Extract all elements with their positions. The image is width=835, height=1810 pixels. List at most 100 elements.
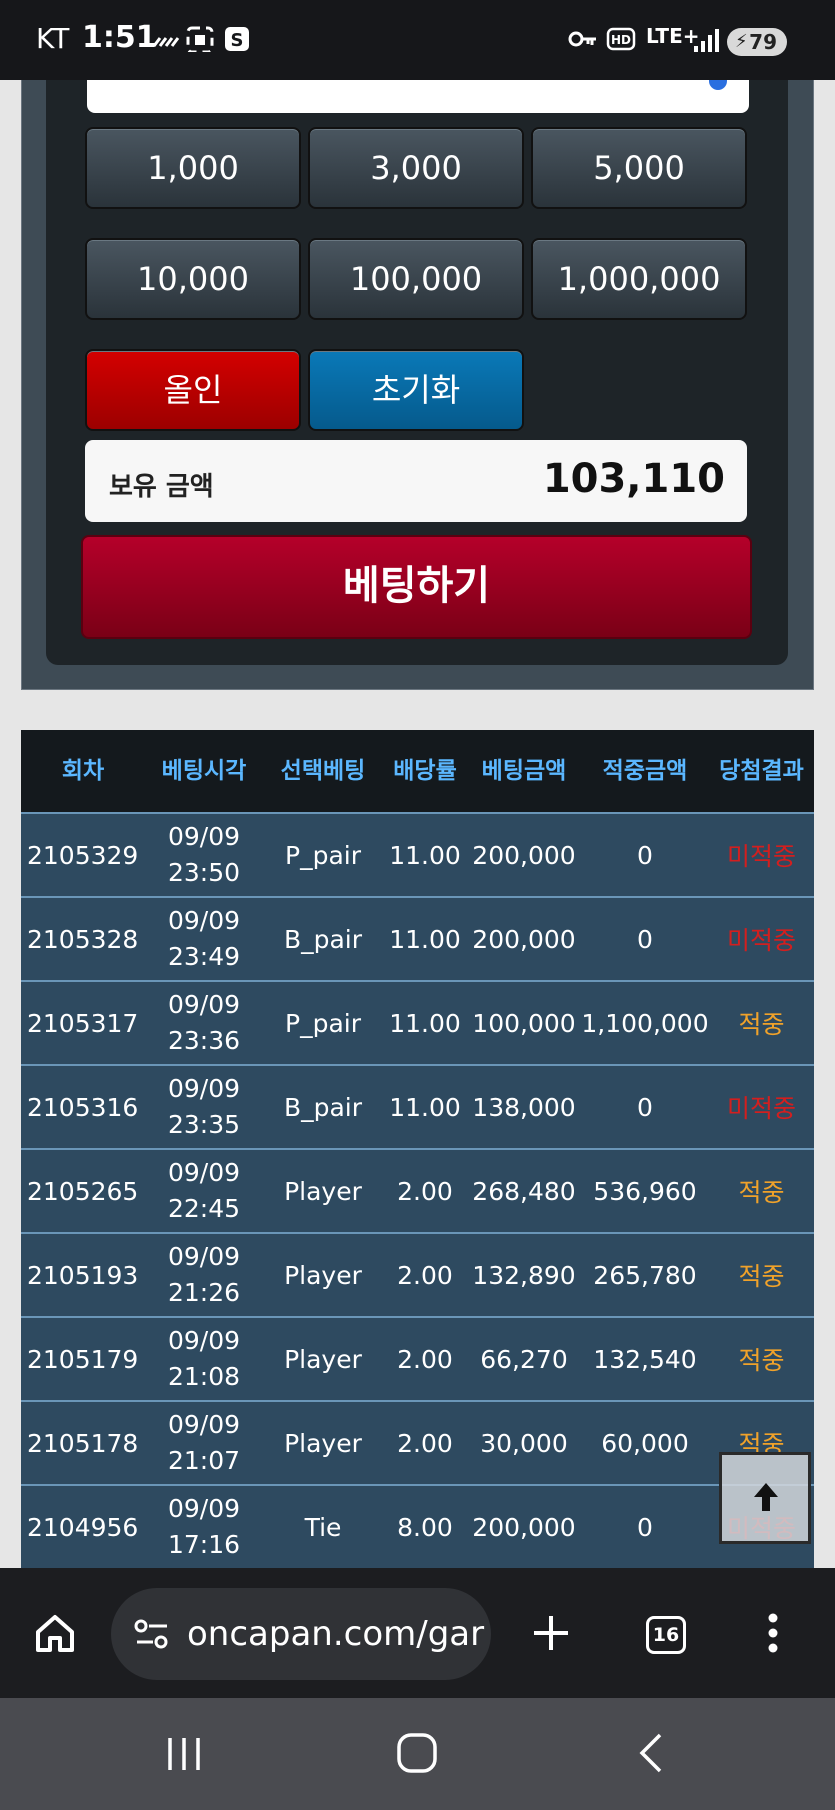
input-spinner-handle[interactable] — [709, 80, 727, 90]
cell-bet-time: 09/09 23:50 — [145, 814, 263, 896]
cell-round: 2105265 — [27, 1176, 139, 1206]
browser-toolbar: oncapan.com/gar 16 — [0, 1568, 835, 1698]
cell-bet-time: 09/09 17:16 — [145, 1486, 263, 1568]
cell-pick: Player — [284, 1260, 362, 1290]
cell-odds: 11.00 — [389, 924, 461, 954]
scroll-to-top-button[interactable] — [719, 1452, 811, 1544]
cell-bet-clock: 21:07 — [167, 1446, 241, 1475]
bet-amount-input[interactable] — [87, 80, 749, 113]
battery-level: 79 — [749, 30, 777, 54]
carrier-label: KT — [36, 22, 70, 55]
col-header-win-amount: 적중금액 — [602, 758, 688, 784]
cell-bet-date: 09/09 — [167, 1242, 241, 1271]
home-icon[interactable] — [34, 1612, 76, 1654]
svg-text:S: S — [231, 30, 244, 51]
chip-3000-button[interactable]: 3,000 — [308, 127, 524, 209]
cell-bet-amount: 30,000 — [480, 1428, 568, 1458]
bet-history-table: 회차 베팅시각 선택베팅 배당률 베팅금액 적중금액 당첨결과 2105329 0… — [21, 730, 814, 1568]
cell-result: 적중 — [738, 1178, 785, 1207]
chip-1000-button[interactable]: 1,000 — [85, 127, 301, 209]
cell-odds: 2.00 — [397, 1428, 453, 1458]
cell-bet-amount: 200,000 — [472, 924, 576, 954]
cell-pick: Player — [284, 1428, 362, 1458]
cell-pick: Player — [284, 1176, 362, 1206]
tab-switcher-button[interactable]: 16 — [646, 1616, 686, 1654]
more-menu-icon[interactable] — [765, 1612, 781, 1654]
screenshot-icon — [186, 26, 214, 52]
cell-odds: 2.00 — [397, 1176, 453, 1206]
col-header-result: 당첨결과 — [719, 758, 804, 784]
cell-bet-amount: 132,890 — [472, 1260, 576, 1290]
cell-bet-amount: 138,000 — [472, 1092, 576, 1122]
home-nav-icon[interactable] — [396, 1732, 438, 1774]
cell-odds: 11.00 — [389, 840, 461, 870]
cell-bet-clock: 23:36 — [167, 1026, 241, 1055]
address-bar[interactable]: oncapan.com/gar — [111, 1588, 491, 1680]
cell-bet-clock: 21:26 — [167, 1278, 241, 1307]
cell-bet-clock: 22:45 — [167, 1194, 241, 1223]
cell-win-amount: 1,100,000 — [581, 1008, 709, 1038]
table-row: 2105328 09/09 23:49 B_pair 11.00 200,000 0 미적중 — [21, 896, 814, 980]
cell-bet-time: 09/09 21:08 — [145, 1318, 263, 1400]
col-header-bet-amount: 베팅금액 — [481, 758, 567, 784]
cell-round: 2105317 — [27, 1008, 139, 1038]
place-bet-button[interactable]: 베팅하기 — [81, 535, 752, 639]
cell-win-amount: 536,960 — [593, 1176, 697, 1206]
cell-pick: B_pair — [283, 924, 363, 954]
arrow-up-icon — [754, 1483, 778, 1511]
cell-result: 적중 — [738, 1010, 785, 1039]
table-row: 2105179 09/09 21:08 Player 2.00 66,270 132,540… — [21, 1316, 814, 1400]
cell-bet-amount: 100,000 — [472, 1008, 576, 1038]
back-icon[interactable] — [636, 1732, 666, 1774]
cell-bet-time: 09/09 22:45 — [145, 1150, 263, 1232]
cell-bet-amount: 66,270 — [480, 1344, 568, 1374]
cell-result: 미적중 — [726, 926, 796, 955]
charging-bolt-icon: ⚡ — [735, 31, 748, 52]
chip-100000-button[interactable]: 100,000 — [308, 238, 524, 320]
key-icon — [568, 31, 596, 47]
battery-icon: ⚡ 79 — [727, 28, 787, 56]
cell-round: 2105329 — [27, 840, 139, 870]
cell-result: 적중 — [738, 1262, 785, 1291]
cell-win-amount: 0 — [637, 924, 653, 954]
reset-button[interactable]: 초기화 — [308, 349, 524, 431]
cell-pick: Player — [284, 1344, 362, 1374]
cell-bet-amount: 200,000 — [472, 1512, 576, 1542]
cell-odds: 2.00 — [397, 1344, 453, 1374]
chip-5000-button[interactable]: 5,000 — [531, 127, 747, 209]
cell-result: 적중 — [738, 1346, 785, 1375]
cell-round: 2105193 — [27, 1260, 139, 1290]
cell-pick: P_pair — [285, 1008, 361, 1038]
cell-bet-time: 09/09 21:26 — [145, 1234, 263, 1316]
table-row: 2105265 09/09 22:45 Player 2.00 268,480 536,96… — [21, 1148, 814, 1232]
hd-icon: HD — [606, 27, 636, 51]
balance-value: 103,110 — [542, 456, 725, 502]
new-tab-icon[interactable] — [530, 1612, 572, 1654]
cell-win-amount: 265,780 — [593, 1260, 697, 1290]
chip-10000-button[interactable]: 10,000 — [85, 238, 301, 320]
col-header-bet-time: 베팅시각 — [161, 758, 247, 784]
cell-bet-date: 09/09 — [167, 822, 241, 851]
cell-bet-date: 09/09 — [167, 1074, 241, 1103]
balance-box: 보유 금액 103,110 — [85, 440, 747, 522]
recent-apps-icon[interactable] — [164, 1734, 204, 1774]
allin-button[interactable]: 올인 — [85, 349, 301, 431]
samsung-s-icon: S — [225, 27, 249, 51]
cell-bet-clock: 23:50 — [167, 858, 241, 887]
cell-win-amount: 60,000 — [601, 1428, 689, 1458]
table-header: 회차 베팅시각 선택베팅 배당률 베팅금액 적중금액 당첨결과 — [21, 730, 814, 812]
cell-odds: 8.00 — [397, 1512, 453, 1542]
cell-bet-time: 09/09 23:36 — [145, 982, 263, 1064]
cell-pick: P_pair — [285, 840, 361, 870]
cell-pick: B_pair — [283, 1092, 363, 1122]
cell-win-amount: 0 — [637, 1092, 653, 1122]
col-header-round: 회차 — [61, 758, 105, 784]
cell-bet-clock: 23:35 — [167, 1110, 241, 1139]
table-row: 2105329 09/09 23:50 P_pair 11.00 200,000 0 미적중 — [21, 812, 814, 896]
chip-1000000-button[interactable]: 1,000,000 — [531, 238, 747, 320]
cell-round: 2104956 — [27, 1512, 139, 1542]
status-bar: KT 1:51 S HD LTE+ ⚡ 79 — [0, 0, 835, 80]
site-settings-icon[interactable] — [133, 1618, 171, 1652]
cell-bet-date: 09/09 — [167, 1410, 241, 1439]
cell-bet-amount: 200,000 — [472, 840, 576, 870]
